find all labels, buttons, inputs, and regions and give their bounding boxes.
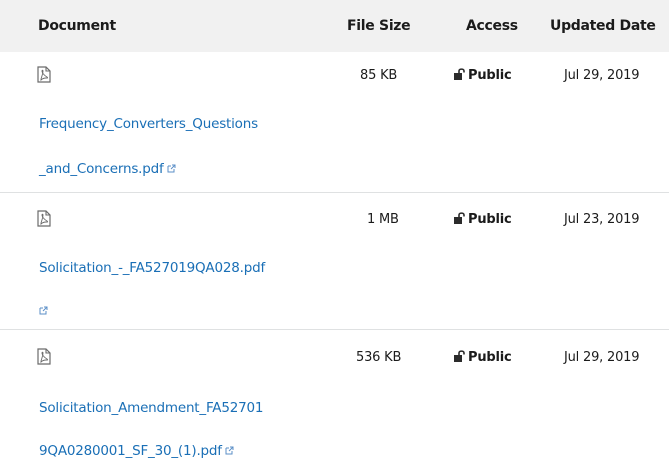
updated-date: Jul 29, 2019 [564, 68, 640, 83]
unlocked-icon [454, 212, 465, 224]
table-row: 536 KB Public Jul 29, 2019 Solicitation_… [0, 330, 669, 472]
external-link-icon[interactable] [39, 306, 48, 315]
access-status: Public [453, 68, 512, 83]
file-size: 85 KB [360, 68, 398, 83]
table-row: 1 MB Public Jul 23, 2019 Solicitation_-_… [0, 193, 669, 329]
external-link-icon[interactable] [167, 164, 176, 173]
table-header: Document File Size Access Updated Date [0, 0, 669, 52]
updated-date: Jul 29, 2019 [564, 350, 640, 365]
document-link[interactable]: Solicitation_Amendment_FA52701 [39, 400, 263, 416]
column-header-document[interactable]: Document [38, 0, 116, 52]
unlocked-icon [454, 68, 465, 80]
pdf-document-icon [37, 210, 51, 227]
document-link[interactable]: Solicitation_-_FA527019QA028.pdf [39, 260, 265, 276]
access-label: Public [468, 212, 512, 227]
access-label: Public [468, 68, 512, 83]
access-status: Public [453, 212, 512, 227]
document-link-text[interactable]: 9QA0280001_SF_30_(1).pdf [39, 443, 222, 459]
external-link-icon[interactable] [225, 446, 234, 455]
access-status: Public [453, 350, 512, 365]
file-size: 1 MB [367, 212, 399, 227]
unlocked-icon [454, 350, 465, 362]
documents-table: Document File Size Access Updated Date 8… [0, 0, 669, 472]
document-link-continued[interactable]: _and_Concerns.pdf [39, 161, 176, 177]
table-row: 85 KB Public Jul 29, 2019 Frequency_Conv… [0, 52, 669, 192]
column-header-updated-date[interactable]: Updated Date [550, 0, 656, 52]
column-header-access[interactable]: Access [466, 0, 518, 52]
document-link-continued[interactable]: 9QA0280001_SF_30_(1).pdf [39, 443, 234, 459]
access-label: Public [468, 350, 512, 365]
document-link-text[interactable]: _and_Concerns.pdf [39, 161, 164, 177]
pdf-document-icon [37, 348, 51, 365]
document-link-continued[interactable] [39, 303, 48, 319]
file-size: 536 KB [356, 350, 402, 365]
document-link[interactable]: Frequency_Converters_Questions [39, 116, 258, 132]
column-header-file-size[interactable]: File Size [347, 0, 411, 52]
pdf-document-icon [37, 66, 51, 83]
updated-date: Jul 23, 2019 [564, 212, 640, 227]
